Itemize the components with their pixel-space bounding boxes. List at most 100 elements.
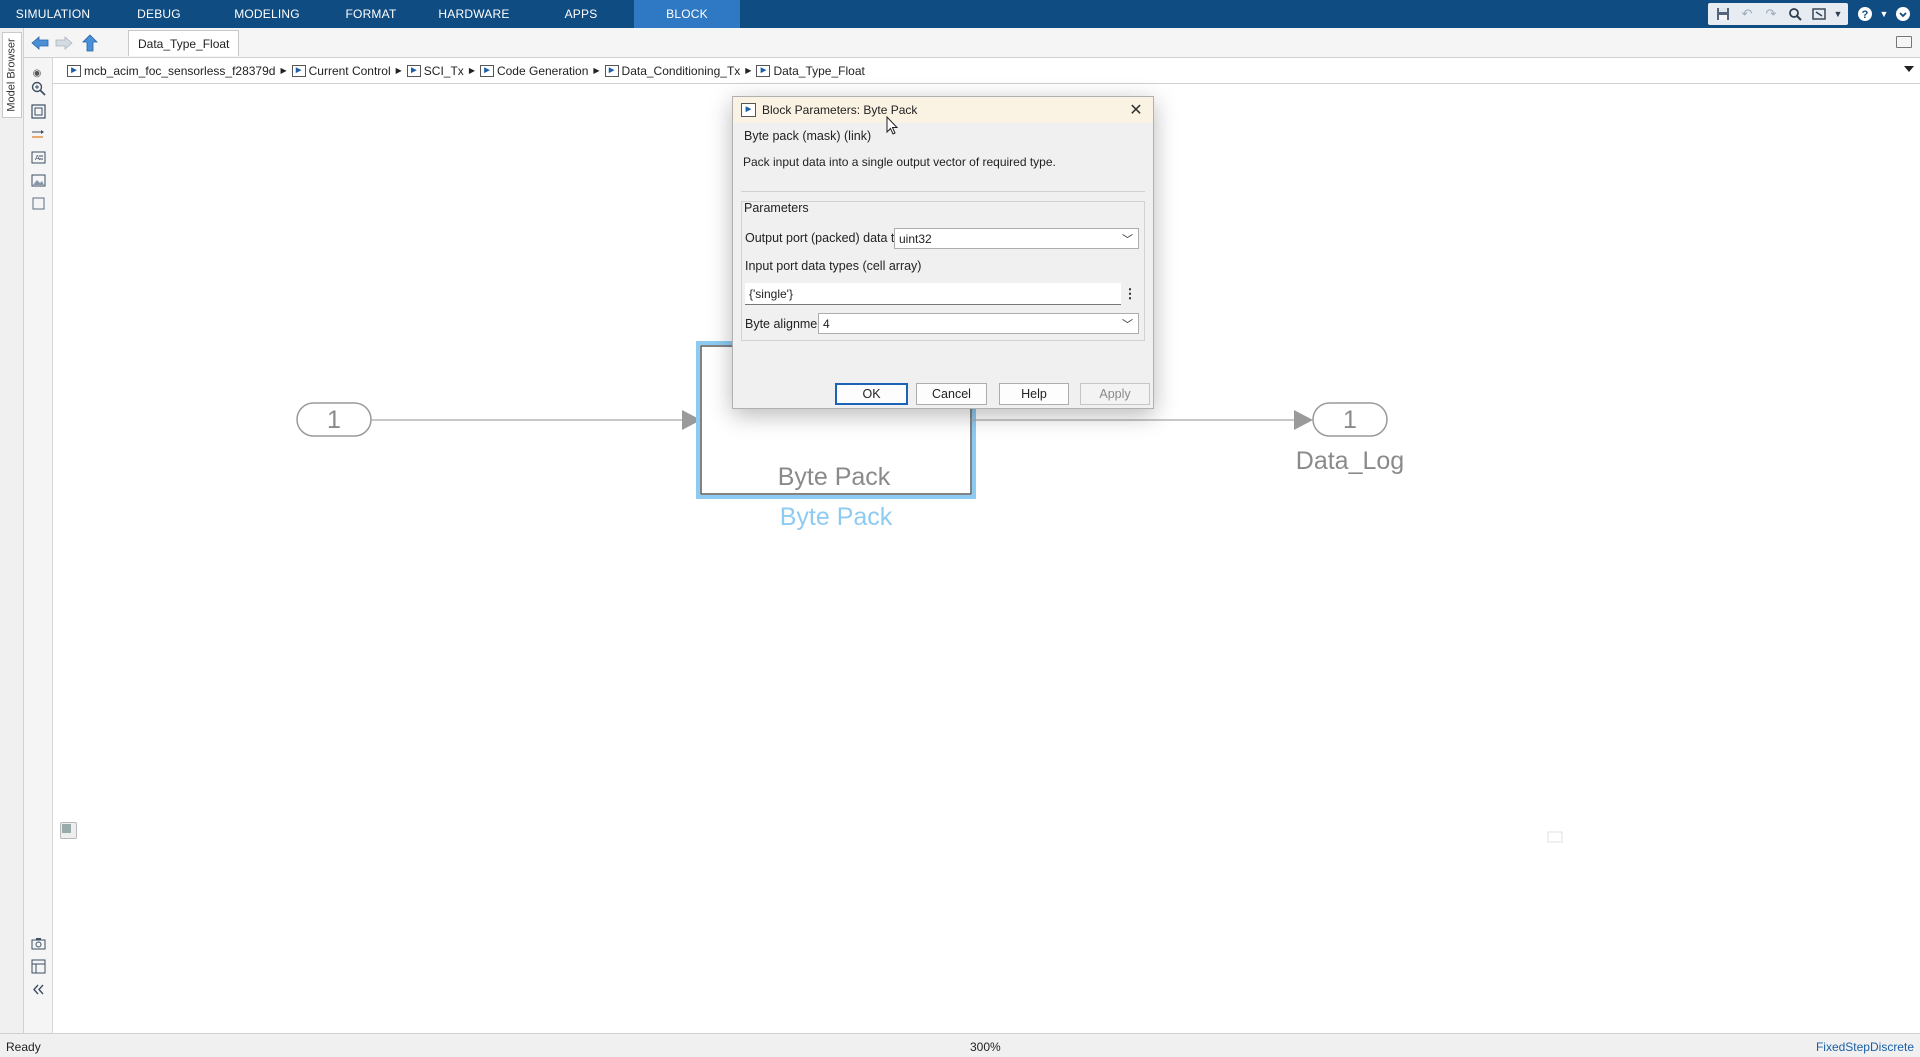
svg-text:?: ? — [1862, 9, 1869, 21]
subsystem-icon: ▶ — [291, 64, 306, 77]
zoom-level: 300% — [970, 1040, 1001, 1054]
help-group: ? ▼ — [1854, 3, 1914, 25]
model-tab[interactable]: Data_Type_Float — [128, 30, 240, 56]
breadcrumb-item[interactable]: ▶ Data_Conditioning_Tx — [604, 64, 740, 78]
tab-modeling[interactable]: MODELING — [212, 0, 322, 28]
breadcrumb-item[interactable]: ▶ mcb_acim_foc_sensorless_f28379d — [67, 64, 275, 78]
screenshot-icon[interactable] — [30, 935, 47, 952]
quick-access-toolbar: ↶ ↷ ▼ ? ▼ — [1708, 0, 1920, 28]
breadcrumb-label: SCI_Tx — [423, 63, 464, 78]
annotation-icon[interactable]: A — [30, 149, 47, 166]
breadcrumb-arrow-icon: ▶ — [745, 66, 752, 75]
breadcrumb-label: Code Generation — [496, 63, 589, 78]
area-icon[interactable] — [30, 195, 47, 212]
tab-format[interactable]: FORMAT — [322, 0, 420, 28]
ok-button[interactable]: OK — [835, 383, 908, 405]
chevron-down-icon: ﹀ — [1122, 234, 1133, 246]
breadcrumb: ▶ mcb_acim_foc_sensorless_f28379d ▶ ▶ Cu… — [53, 58, 1920, 84]
settings-icon[interactable] — [1892, 3, 1914, 25]
dropdown-icon[interactable]: ▼ — [1832, 4, 1844, 24]
breadcrumb-arrow-icon: ▶ — [468, 66, 475, 75]
inport-number: 1 — [327, 406, 341, 434]
breadcrumb-label: Current Control — [308, 63, 391, 78]
apply-button[interactable]: Apply — [1080, 383, 1150, 405]
chevron-down-icon: ﹀ — [1122, 319, 1133, 331]
up-arrow-icon[interactable] — [80, 33, 100, 53]
zoom-icon[interactable] — [30, 80, 47, 97]
byte-alignment-label: Byte alignment — [745, 317, 828, 331]
block-name-label[interactable]: Byte Pack — [780, 503, 893, 531]
mask-title: Byte pack (mask) (link) — [744, 129, 872, 143]
breadcrumb-arrow-icon: ▶ — [593, 66, 600, 75]
parameters-group-label: Parameters — [744, 201, 809, 215]
status-bar: Ready 300% FixedStepDiscrete — [0, 1033, 1920, 1057]
model-browser-rail: Model Browser — [0, 28, 24, 1043]
cancel-button[interactable]: Cancel — [916, 383, 987, 405]
quick-access-group: ↶ ↷ ▼ — [1708, 3, 1848, 25]
block-parameters-dialog: ▶ Block Parameters: Byte Pack ✕ Byte pac… — [732, 96, 1154, 409]
input-types-label: Input port data types (cell array) — [745, 259, 922, 273]
signal-arrow-icon[interactable] — [30, 126, 47, 143]
collapse-icon[interactable] — [30, 981, 47, 998]
hide-show-icon[interactable]: ◉ — [30, 66, 44, 80]
breadcrumb-arrow-icon: ▶ — [395, 66, 402, 75]
model-browser-tab[interactable]: Model Browser — [2, 32, 22, 118]
redo-icon[interactable]: ↷ — [1760, 4, 1782, 24]
signal-line[interactable] — [971, 410, 1313, 430]
dropdown-icon[interactable]: ▼ — [1878, 3, 1890, 25]
undo-icon[interactable]: ↶ — [1736, 4, 1758, 24]
tab-debug[interactable]: DEBUG — [106, 0, 212, 28]
breadcrumb-arrow-icon: ▶ — [280, 66, 287, 75]
close-icon[interactable]: ✕ — [1127, 101, 1145, 119]
simulink-block-icon: ▶ — [741, 103, 756, 117]
outport-name-label[interactable]: Data_Log — [1296, 447, 1404, 475]
outport-block[interactable]: 1 — [1312, 402, 1388, 437]
model-browser-label: Model Browser — [6, 38, 19, 112]
tab-block[interactable]: BLOCK — [634, 0, 740, 28]
breadcrumb-label: Data_Type_Float — [773, 63, 865, 78]
explorer-bar-icon[interactable] — [60, 822, 77, 839]
keyboard-icon[interactable] — [1896, 36, 1912, 48]
model-data-icon[interactable] — [30, 958, 47, 975]
breadcrumb-item[interactable]: ▶ Code Generation — [479, 63, 589, 78]
breadcrumb-dropdown-icon[interactable] — [1904, 66, 1914, 72]
breadcrumb-item[interactable]: ▶ Current Control — [291, 63, 391, 78]
tab-simulation[interactable]: SIMULATION — [0, 0, 106, 28]
subsystem-icon: ▶ — [479, 64, 494, 77]
search-icon[interactable] — [1784, 4, 1806, 24]
divider — [741, 191, 1145, 192]
dialog-title: Block Parameters: Byte Pack — [762, 103, 918, 117]
forward-arrow-icon[interactable] — [54, 33, 74, 53]
image-icon[interactable] — [30, 172, 47, 189]
block-palette: A — [24, 58, 53, 1043]
more-options-icon[interactable]: ⋮ — [1124, 285, 1137, 303]
tab-hardware[interactable]: HARDWARE — [420, 0, 528, 28]
help-button[interactable]: Help — [999, 383, 1069, 405]
navigation-toolbar: Data_Type_Float — [24, 28, 1920, 58]
subsystem-icon: ▶ — [604, 64, 619, 77]
subsystem-icon: ▶ — [756, 64, 771, 77]
output-type-select[interactable]: uint32 ﹀ — [894, 228, 1139, 249]
signal-line[interactable] — [371, 410, 701, 430]
status-text: Ready — [6, 1040, 41, 1054]
byte-alignment-select[interactable]: 4 ﹀ — [818, 313, 1139, 334]
solver-link[interactable]: FixedStepDiscrete — [1816, 1040, 1914, 1054]
block-inner-label: Byte Pack — [778, 463, 891, 491]
outport-number: 1 — [1343, 406, 1357, 434]
byte-alignment-value: 4 — [823, 316, 830, 331]
help-icon[interactable]: ? — [1854, 3, 1876, 25]
mask-description: Pack input data into a single output vec… — [743, 155, 1056, 169]
ribbon-tabs: SIMULATION DEBUG MODELING FORMAT HARDWAR… — [0, 0, 1920, 28]
back-arrow-icon[interactable] — [30, 33, 50, 53]
inport-block[interactable]: 1 — [296, 402, 372, 437]
input-types-field[interactable]: {'single'} — [745, 283, 1121, 305]
breadcrumb-item[interactable]: ▶ Data_Type_Float — [756, 63, 865, 78]
subsystem-icon: ▶ — [406, 64, 421, 77]
dialog-titlebar[interactable]: ▶ Block Parameters: Byte Pack ✕ — [733, 97, 1153, 123]
fit-view-icon[interactable] — [30, 103, 47, 120]
breadcrumb-item[interactable]: ▶ SCI_Tx — [406, 63, 464, 78]
breadcrumb-label: mcb_acim_foc_sensorless_f28379d — [84, 63, 276, 78]
tab-apps[interactable]: APPS — [528, 0, 634, 28]
resize-icon[interactable] — [1808, 4, 1830, 24]
save-icon[interactable] — [1712, 4, 1734, 24]
